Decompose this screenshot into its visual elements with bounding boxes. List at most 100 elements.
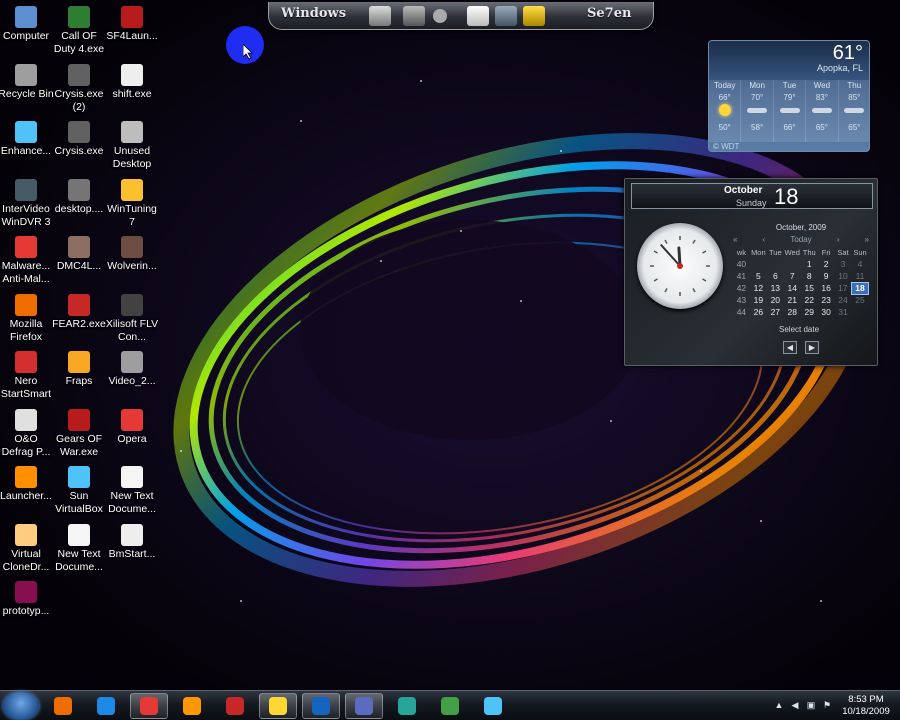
calendar-day-cell[interactable]: 25 <box>852 294 869 306</box>
top-dock: Windows Se7en <box>268 2 654 30</box>
desktop-icon[interactable]: New Text Docume... <box>104 466 160 516</box>
desktop-icon[interactable]: Nero StartSmart <box>0 351 54 401</box>
taskbar-button[interactable] <box>216 693 254 719</box>
desktop-icon[interactable]: WinTuning 7 <box>104 178 160 229</box>
calendar-next-button[interactable]: ▶ <box>805 341 819 354</box>
calendar-day-cell[interactable]: 12 <box>750 282 767 294</box>
network-icon[interactable]: ▣ <box>806 700 816 710</box>
taskbar-clock[interactable]: 8:53 PM 10/18/2009 <box>836 694 896 718</box>
taskbar-button[interactable] <box>130 693 168 719</box>
desktop-icon[interactable]: Xilisoft FLV Con... <box>104 293 160 344</box>
taskbar-button[interactable] <box>87 693 125 719</box>
calendar-day-cell[interactable]: 21 <box>784 294 801 306</box>
calendar-day-cell[interactable]: 19 <box>750 294 767 306</box>
desktop-icon[interactable]: Sun VirtualBox <box>51 466 107 516</box>
prev-year-icon[interactable]: « <box>733 235 737 246</box>
calendar-day-cell[interactable]: 18 <box>851 281 869 295</box>
desktop-icon[interactable]: Unused Desktop <box>104 121 160 171</box>
desktop-icon[interactable]: Opera <box>104 408 160 446</box>
desktop-icon[interactable]: O&O Defrag P... <box>0 408 54 459</box>
calendar-day-cell[interactable]: 20 <box>767 294 784 306</box>
weather-gadget[interactable]: 61° Apopka, FL Today 66° 50° Mon 70° 58° Tue 79… <box>708 40 870 152</box>
taskbar-button[interactable] <box>173 693 211 719</box>
desktop-icon[interactable]: Gears OF War.exe <box>51 408 107 459</box>
calendar-day-cell[interactable]: 1 <box>801 258 818 270</box>
settings-icon[interactable] <box>433 9 447 23</box>
tray-arrow-icon[interactable]: ▲ <box>774 700 784 710</box>
calendar-day-cell[interactable]: 6 <box>767 270 784 282</box>
calendar-day-cell[interactable]: 4 <box>852 258 869 270</box>
calendar-day-cell[interactable]: 7 <box>784 270 801 282</box>
desktop-icon[interactable]: DMC4L... <box>51 236 107 273</box>
desktop-icon[interactable]: Recycle Bin <box>0 63 54 101</box>
today-link[interactable]: Today <box>790 235 811 246</box>
desktop-icon[interactable]: prototyp... <box>0 581 54 618</box>
desktop-icon[interactable]: FEAR2.exe <box>51 293 107 331</box>
calendar-day-cell[interactable]: 22 <box>801 294 818 306</box>
next-month-icon[interactable]: › <box>837 235 840 246</box>
taskbar-button[interactable] <box>431 693 469 719</box>
calendar-day-cell[interactable]: 16 <box>818 282 835 294</box>
taskbar-button[interactable] <box>259 693 297 719</box>
volume-icon[interactable]: ◀ <box>790 700 800 710</box>
desktop-icon[interactable]: Fraps <box>51 351 107 388</box>
printer-icon[interactable] <box>369 6 391 26</box>
desktop-icon[interactable]: SF4Laun... <box>104 6 160 43</box>
start-button[interactable] <box>3 692 39 720</box>
calendar-gadget[interactable]: October Sunday 18 October, 2009 « ‹ Today ›… <box>624 178 878 366</box>
calendar-day-cell[interactable]: 9 <box>818 270 835 282</box>
desktop-icon[interactable]: Computer <box>0 6 54 43</box>
calendar-day-cell[interactable]: 26 <box>750 306 767 318</box>
desktop-icon-label: New Text Docume... <box>108 490 156 515</box>
calendar-day-cell[interactable]: 31 <box>835 306 852 318</box>
calendar-day-cell[interactable]: 23 <box>818 294 835 306</box>
desktop-icon[interactable]: BmStart... <box>104 523 160 561</box>
desktop-icon[interactable]: InterVideo WinDVR 3 <box>0 178 54 229</box>
dice-icon[interactable] <box>467 6 489 26</box>
calendar-day-cell[interactable]: 14 <box>784 282 801 294</box>
calendar-day-cell[interactable]: 8 <box>801 270 818 282</box>
calendar-day-cell[interactable]: 2 <box>818 258 835 270</box>
desktop-icon[interactable]: Wolverin... <box>104 236 160 273</box>
tray-flag-icon[interactable]: ⚑ <box>822 700 832 710</box>
desktop-icon[interactable]: desktop.... <box>51 178 107 216</box>
forecast-day: Thu 85° 65° <box>839 80 869 142</box>
taskbar-button[interactable] <box>44 693 82 719</box>
calendar-day-cell[interactable]: 13 <box>767 282 784 294</box>
taskbar-button[interactable] <box>474 693 512 719</box>
calendar-day-cell[interactable]: 11 <box>852 270 869 282</box>
desktop-icon[interactable]: New Text Docume... <box>51 523 107 574</box>
taskbar-button[interactable] <box>345 693 383 719</box>
taskbar-button[interactable] <box>302 693 340 719</box>
desktop-icon[interactable]: Video_2... <box>104 351 160 388</box>
calendar-day-cell[interactable]: 3 <box>835 258 852 270</box>
desktop-icon[interactable]: Malware... Anti-Mal... <box>0 236 54 286</box>
desktop-icon[interactable]: Mozilla Firefox <box>0 293 54 344</box>
calendar-day-cell[interactable]: 30 <box>818 306 835 318</box>
desktop-icon[interactable]: Virtual CloneDr... <box>0 523 54 574</box>
desktop-icon[interactable]: Launcher... <box>0 466 54 503</box>
calendar-day-cell[interactable]: 24 <box>835 294 852 306</box>
desktop-icon[interactable]: Call OF Duty 4.exe <box>51 6 107 56</box>
calendar-day-cell[interactable]: 28 <box>784 306 801 318</box>
calculator-icon[interactable] <box>495 6 517 26</box>
calendar-day-cell[interactable]: 15 <box>801 282 818 294</box>
door-icon[interactable] <box>403 6 425 26</box>
tools-icon[interactable] <box>523 6 545 26</box>
calendar-day-cell[interactable]: 17 <box>835 282 852 294</box>
calendar-day-cell[interactable]: 29 <box>801 306 818 318</box>
calendar-day-cell[interactable]: 27 <box>767 306 784 318</box>
next-year-icon[interactable]: » <box>865 235 869 246</box>
desktop-icon[interactable]: shift.exe <box>104 63 160 101</box>
desktop-icon[interactable]: Enhance... <box>0 121 54 158</box>
calendar-prev-button[interactable]: ◀ <box>783 341 797 354</box>
desktop-icon-label: Enhance... <box>0 145 52 157</box>
desktop-icon[interactable]: Crysis.exe <box>51 121 107 158</box>
calendar-day-cell[interactable]: 5 <box>750 270 767 282</box>
prev-month-icon[interactable]: ‹ <box>763 235 766 246</box>
taskbar-button[interactable] <box>388 693 426 719</box>
calendar-weekday-header: Sun <box>853 247 867 257</box>
clock-tick <box>653 278 658 282</box>
calendar-day-cell[interactable]: 10 <box>835 270 852 282</box>
desktop-icon[interactable]: Crysis.exe (2) <box>51 63 107 114</box>
